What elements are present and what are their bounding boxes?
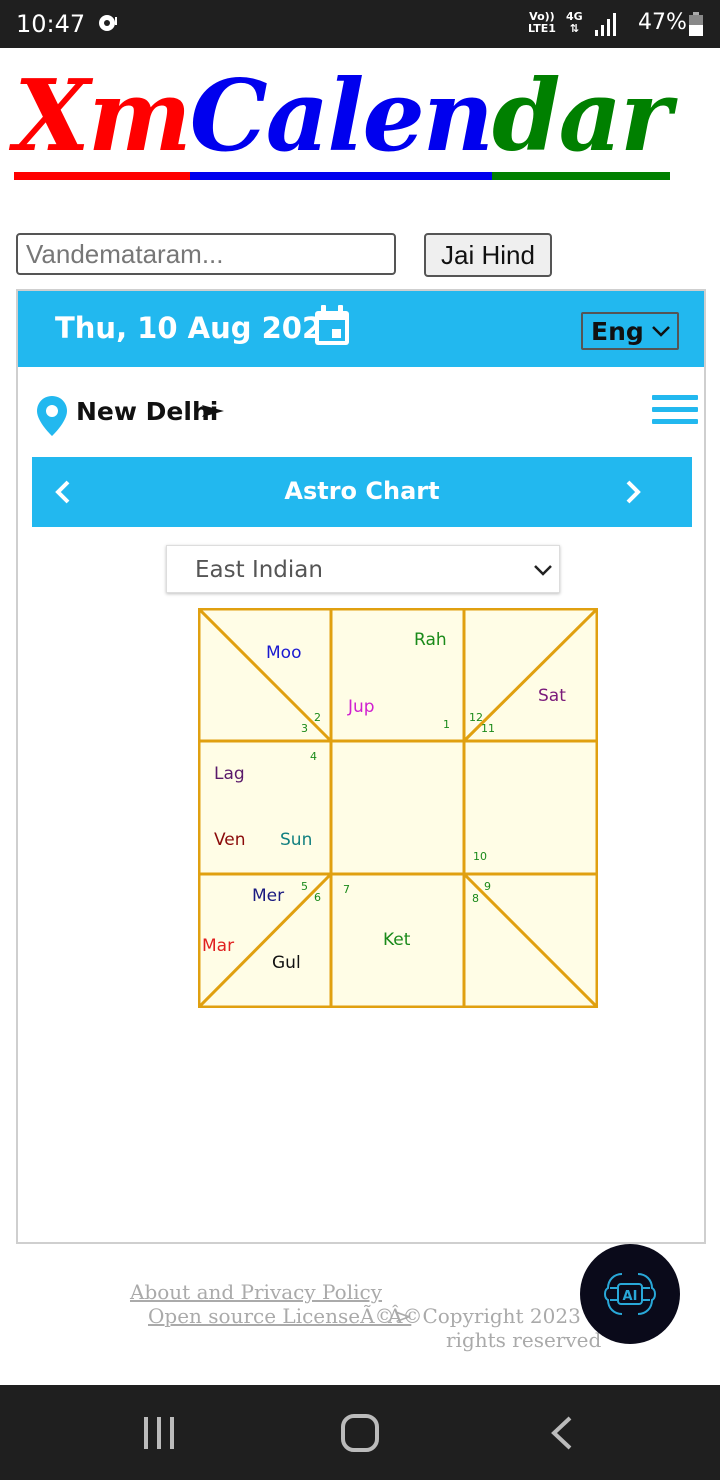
- house-number: 7: [343, 883, 350, 896]
- date-label[interactable]: Thu, 10 Aug 2023: [55, 311, 342, 345]
- planet-mer: Mer: [252, 886, 284, 906]
- city-name[interactable]: New Delhi: [76, 397, 218, 426]
- ai-assistant-button[interactable]: AI: [580, 1244, 680, 1344]
- signal-icon: [595, 13, 616, 36]
- back-icon[interactable]: [548, 1415, 576, 1451]
- hamburger-menu-icon[interactable]: [652, 395, 698, 429]
- planet-jup: Jup: [347, 697, 375, 717]
- house-number: 5: [301, 880, 308, 893]
- language-select[interactable]: Eng: [581, 312, 679, 350]
- app-logo[interactable]: XmCalendar: [14, 62, 672, 180]
- home-icon[interactable]: [340, 1413, 380, 1453]
- planet-ven: Ven: [214, 830, 246, 850]
- license-link[interactable]: Open source LicenseÃ©>: [148, 1304, 411, 1328]
- location-pin-icon[interactable]: [36, 395, 68, 437]
- logo-part-3: dar: [492, 62, 672, 180]
- planet-lag: Lag: [214, 764, 245, 784]
- search-button[interactable]: Jai Hind: [424, 233, 552, 277]
- language-value: Eng: [591, 317, 644, 346]
- house-number: 8: [472, 892, 479, 905]
- chart-title: Astro Chart: [284, 477, 440, 505]
- copyright-text: Â©Copyright 2023 all: [388, 1304, 612, 1328]
- planet-gul: Gul: [272, 953, 301, 973]
- chevron-down-icon: [652, 326, 670, 337]
- battery-icon: [689, 12, 703, 36]
- logo-part-2: Calen: [189, 62, 494, 180]
- chart-style-value: East Indian: [195, 557, 323, 583]
- planet-moo: Moo: [266, 643, 301, 663]
- planet-ket: Ket: [383, 930, 411, 950]
- main-card: Thu, 10 Aug 2023 Eng New Delhi Astro Cha…: [16, 289, 706, 1244]
- planet-mar: Mar: [202, 936, 234, 956]
- house-number: 10: [473, 850, 487, 863]
- planet-sun: Sun: [280, 830, 312, 850]
- chevron-down-icon: [534, 565, 552, 576]
- status-bar: 10:47 Vo)) LTE1 4G ⇅ 47%: [0, 0, 720, 48]
- ai-label: AI: [623, 1289, 638, 1304]
- search-input[interactable]: [16, 233, 396, 275]
- recent-apps-icon[interactable]: [140, 1415, 180, 1451]
- calendar-icon[interactable]: [313, 305, 351, 347]
- chevron-right-icon[interactable]: [622, 479, 644, 505]
- planet-sat: Sat: [538, 686, 566, 706]
- network-volte: Vo)) LTE1: [528, 10, 556, 35]
- house-number: 12: [469, 711, 483, 724]
- network-type: 4G ⇅: [566, 10, 583, 35]
- house-number: 11: [481, 722, 495, 735]
- house-number: 2: [314, 711, 321, 724]
- battery-percent: 47%: [638, 10, 687, 35]
- house-number: 1: [443, 718, 450, 731]
- house-number: 3: [301, 722, 308, 735]
- chart-style-select[interactable]: East Indian: [166, 545, 560, 593]
- copyright-text-cont: rights reserved: [446, 1328, 602, 1352]
- logo-part-1: Xm: [14, 62, 192, 180]
- house-number: 9: [484, 880, 491, 893]
- date-header: Thu, 10 Aug 2023 Eng: [18, 291, 704, 367]
- house-number: 6: [314, 891, 321, 904]
- system-nav-bar: [0, 1385, 720, 1480]
- arrow-right-icon[interactable]: [202, 403, 224, 419]
- ai-chip-icon: AI: [604, 1273, 656, 1315]
- astro-chart: Moo Rah Jup Sat Lag Ven Sun Mer Mar Gul …: [198, 608, 598, 1008]
- chart-navigator: Astro Chart: [32, 457, 692, 527]
- status-time: 10:47: [16, 10, 86, 38]
- media-icon: [99, 15, 117, 31]
- house-number: 4: [310, 750, 317, 763]
- privacy-policy-link[interactable]: About and Privacy Policy: [130, 1280, 382, 1304]
- planet-rah: Rah: [414, 630, 447, 650]
